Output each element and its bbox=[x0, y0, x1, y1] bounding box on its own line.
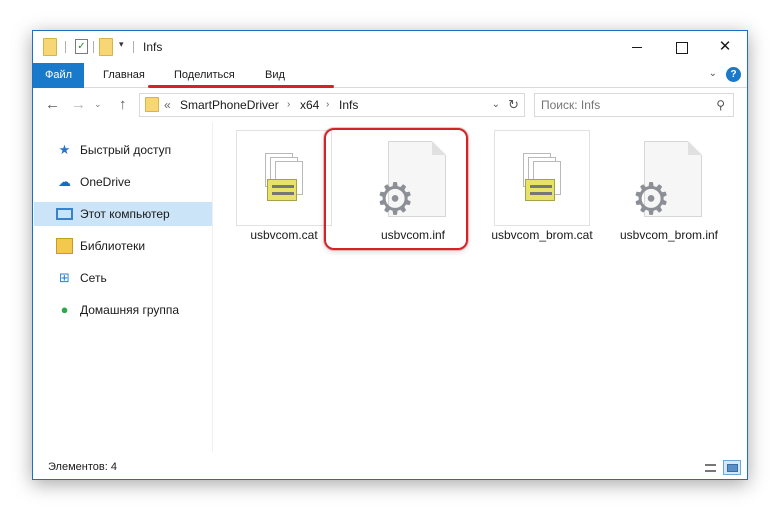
sidebar-item-label: Домашняя группа bbox=[80, 303, 180, 317]
file-item-usbvcom-brom-cat[interactable]: usbvcom_brom.cat bbox=[482, 130, 593, 270]
breadcrumb-x64[interactable]: x64 bbox=[300, 98, 319, 112]
sidebar-item-label: Библиотеки bbox=[80, 239, 146, 253]
quick-access-separator bbox=[133, 41, 134, 53]
tab-home[interactable]: Главная bbox=[103, 63, 145, 88]
file-name: usbvcom_brom.cat bbox=[491, 228, 593, 242]
sidebar-item-label: Сеть bbox=[80, 271, 107, 285]
address-annotation-underline bbox=[148, 85, 334, 88]
sidebar-item-homegroup[interactable]: ● Домашняя группа bbox=[34, 298, 212, 322]
status-bar: Элементов: 4 bbox=[33, 455, 747, 479]
sidebar-item-libraries[interactable]: Библиотеки bbox=[34, 234, 212, 258]
file-name: usbvcom_brom.inf bbox=[619, 228, 719, 242]
catalog-file-icon bbox=[236, 130, 332, 226]
ribbon: Файл Главная Поделиться Вид ⌄ ? bbox=[33, 63, 747, 88]
breadcrumb-chevron-icon[interactable]: › bbox=[287, 99, 290, 110]
search-input[interactable] bbox=[541, 97, 701, 113]
details-view-icon bbox=[705, 464, 716, 472]
file-list: usbvcom.cat ⚙ usbvcom.inf usbvcom_brom.c… bbox=[214, 122, 747, 452]
navigation-pane: ★ Быстрый доступ ☁ OneDrive Этот компьют… bbox=[33, 122, 213, 452]
homegroup-icon: ● bbox=[60, 302, 69, 317]
sidebar-item-label: OneDrive bbox=[80, 175, 131, 189]
expand-ribbon-icon[interactable]: ⌄ bbox=[709, 68, 717, 79]
back-arrow-icon[interactable]: ← bbox=[45, 96, 60, 113]
setup-info-file-icon: ⚙ bbox=[621, 130, 717, 226]
file-highlight-annotation bbox=[324, 128, 468, 250]
sidebar-item-onedrive[interactable]: ☁ OneDrive bbox=[34, 170, 212, 194]
explorer-window: ✓ ▾ Infs ✕ Файл Главная Поделиться Вид ⌄… bbox=[32, 30, 748, 480]
sidebar-item-network[interactable]: ⊞ Сеть bbox=[34, 266, 212, 290]
sidebar-item-label: Быстрый доступ bbox=[80, 143, 172, 157]
address-dropdown-icon[interactable]: ⌄ bbox=[492, 99, 500, 110]
title-bar: ✓ ▾ Infs ✕ bbox=[33, 31, 747, 63]
window-title: Infs bbox=[143, 40, 163, 54]
quick-access-separator bbox=[93, 41, 94, 53]
forward-arrow-icon[interactable]: → bbox=[71, 96, 86, 113]
up-arrow-icon[interactable]: ↑ bbox=[119, 96, 127, 113]
search-icon[interactable]: ⚲ bbox=[716, 98, 725, 112]
large-icons-view-icon bbox=[727, 464, 738, 472]
help-icon[interactable]: ? bbox=[726, 67, 741, 82]
maximize-button[interactable] bbox=[659, 31, 703, 63]
search-box[interactable]: ⚲ bbox=[534, 93, 734, 117]
catalog-file-icon bbox=[494, 130, 590, 226]
sidebar-item-this-pc[interactable]: Этот компьютер bbox=[34, 202, 212, 226]
close-button[interactable]: ✕ bbox=[703, 31, 747, 63]
address-folder-icon bbox=[145, 97, 159, 112]
breadcrumb-chevron-icon[interactable]: › bbox=[326, 99, 329, 110]
customize-toolbar-icon[interactable]: ▾ bbox=[119, 39, 124, 50]
minimize-button[interactable] bbox=[615, 31, 659, 63]
breadcrumb-infs[interactable]: Infs bbox=[339, 98, 358, 112]
quick-access-separator bbox=[65, 41, 66, 53]
navigation-bar: ← → ⌄ ↑ « SmartPhoneDriver › x64 › Infs … bbox=[33, 88, 747, 122]
refresh-icon[interactable]: ↻ bbox=[508, 97, 519, 113]
breadcrumb-overflow[interactable]: « bbox=[164, 98, 171, 112]
large-icons-view-button[interactable] bbox=[723, 460, 741, 475]
file-item-usbvcom-brom-inf[interactable]: ⚙ usbvcom_brom.inf bbox=[609, 130, 719, 270]
sidebar-item-quick-access[interactable]: ★ Быстрый доступ bbox=[34, 138, 212, 162]
library-icon bbox=[56, 238, 73, 254]
cloud-icon: ☁ bbox=[58, 174, 71, 189]
gear-icon: ⚙ bbox=[631, 175, 671, 224]
address-bar[interactable]: « SmartPhoneDriver › x64 › Infs ⌄ ↻ bbox=[139, 93, 525, 117]
network-icon: ⊞ bbox=[59, 270, 70, 285]
sidebar-item-label: Этот компьютер bbox=[80, 207, 170, 221]
folder-icon[interactable] bbox=[43, 38, 57, 56]
item-count: Элементов: 4 bbox=[48, 461, 117, 473]
breadcrumb-smartphonedriver[interactable]: SmartPhoneDriver bbox=[180, 98, 279, 112]
new-folder-icon[interactable] bbox=[99, 38, 113, 56]
tab-file[interactable]: Файл bbox=[33, 63, 84, 88]
properties-icon[interactable]: ✓ bbox=[75, 39, 88, 54]
star-icon: ★ bbox=[58, 142, 71, 157]
file-item-usbvcom-cat[interactable]: usbvcom.cat bbox=[224, 130, 334, 270]
computer-icon bbox=[56, 208, 73, 220]
details-view-button[interactable] bbox=[701, 460, 719, 475]
recent-locations-icon[interactable]: ⌄ bbox=[94, 99, 102, 110]
